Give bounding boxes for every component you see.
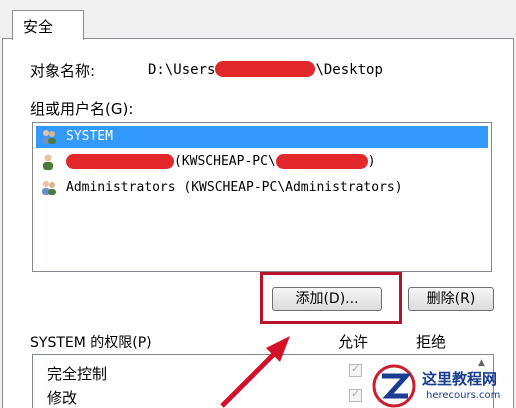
redaction-mark: [215, 61, 316, 77]
user-row-label: Administrators (KWSCHEAP-PC\Administrato…: [66, 180, 403, 195]
user-list[interactable]: SYSTEM (KWSCHEAP-PC\) Administrators (KW…: [32, 122, 492, 272]
user-row-redacted[interactable]: (KWSCHEAP-PC\): [36, 151, 488, 173]
deny-header: 拒绝: [416, 333, 447, 351]
allow-checkbox[interactable]: [349, 387, 362, 402]
watermark-title: 这里教程网: [422, 370, 498, 388]
object-path-suffix: \Desktop: [315, 62, 383, 78]
user-row-label: (KWSCHEAP-PC\): [66, 151, 376, 173]
groups-label: 组或用户名(G):: [30, 100, 134, 118]
remove-button[interactable]: 删除(R): [408, 287, 494, 311]
redaction-mark: [66, 154, 174, 169]
redaction-mark: [275, 154, 368, 169]
object-path-prefix: D:\Users: [148, 62, 216, 78]
highlight-box: [260, 272, 402, 324]
object-name-label: 对象名称:: [30, 62, 96, 80]
permissions-label: SYSTEM 的权限(P): [30, 335, 152, 351]
tab-security[interactable]: 安全: [12, 10, 84, 40]
red-arrow-icon: [220, 336, 290, 408]
users-group-icon: [42, 181, 56, 195]
users-group-icon: [42, 130, 56, 144]
user-row-label: SYSTEM: [66, 129, 113, 144]
object-path: D:\Users \Desktop: [148, 61, 418, 79]
user-icon: [43, 154, 53, 170]
user-row-administrators[interactable]: Administrators (KWSCHEAP-PC\Administrato…: [36, 177, 488, 199]
permission-row: 完全控制: [47, 365, 108, 383]
permission-row: 修改: [47, 389, 78, 407]
allow-checkbox[interactable]: [349, 362, 362, 377]
tab-strip: 安全: [0, 0, 516, 40]
user-row-system[interactable]: SYSTEM: [36, 126, 488, 148]
allow-header: 允许: [338, 333, 369, 351]
watermark-url: herecours.com: [426, 390, 501, 401]
